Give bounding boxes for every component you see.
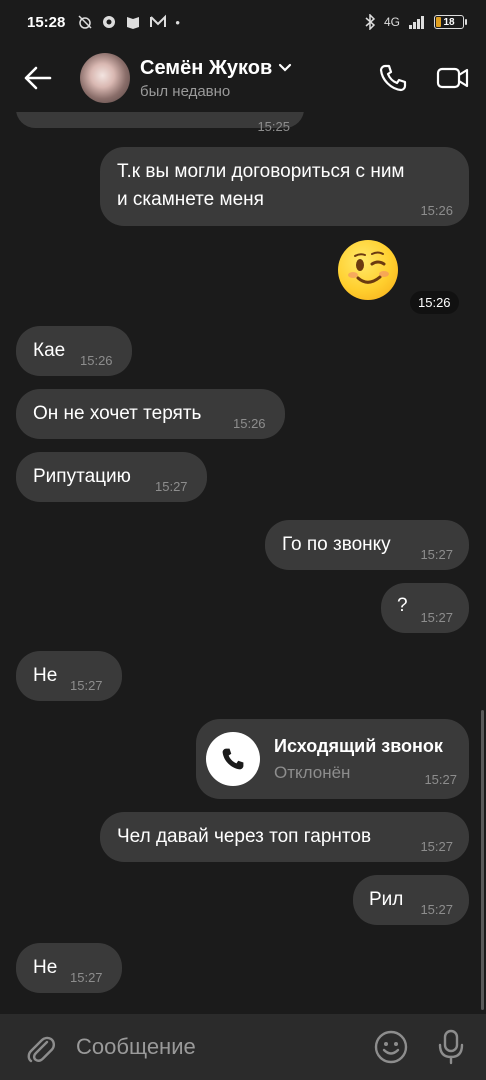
contact-name: Семён Жуков [140, 56, 273, 79]
message-text: ? [397, 595, 408, 616]
message-time: 15:27 [70, 970, 103, 985]
status-time: 15:28 [27, 13, 66, 31]
attach-button[interactable] [20, 1027, 60, 1067]
signal-icon [409, 16, 424, 29]
message-in[interactable]: Он не хочет терять 15:26 [16, 389, 285, 439]
smiley-icon [374, 1030, 408, 1064]
message-time: 15:27 [420, 610, 453, 625]
microphone-icon [438, 1029, 464, 1065]
emoji-button[interactable] [374, 1030, 408, 1064]
video-camera-icon [436, 67, 469, 89]
arrow-left-icon [24, 66, 52, 90]
call-icon-circle [206, 732, 260, 786]
message-text: Рипутацию [33, 466, 131, 487]
mail-icon [150, 14, 167, 27]
message-text-line: и скамнете меня [117, 189, 264, 210]
contact-info[interactable]: Семён Жуков был недавно [140, 57, 292, 100]
phone-icon [379, 64, 407, 92]
message-in[interactable]: Не 15:27 [16, 943, 122, 993]
video-call-button[interactable] [436, 61, 470, 95]
emoji-time: 15:26 [410, 291, 459, 314]
message-out[interactable]: Чел давай через топ гарнтов 15:27 [100, 812, 469, 862]
message-in-partial[interactable]: 15:25 [16, 112, 304, 134]
message-out[interactable]: ? 15:27 [381, 583, 469, 633]
status-system-icons: 4G 18 [364, 14, 467, 30]
message-text: Кае [33, 340, 66, 361]
message-composer [0, 1014, 486, 1080]
message-list[interactable]: 15:25 Т.к вы могли договориться с ним и … [0, 112, 486, 1014]
bluetooth-icon [365, 14, 376, 30]
message-text: Он не хочет терять [33, 403, 202, 424]
message-time: 15:27 [420, 902, 453, 917]
call-status: Отклонён [274, 763, 351, 782]
message-text: Го по звонку [282, 534, 391, 555]
hotspot-icon [103, 16, 116, 28]
message-time: 15:25 [257, 119, 290, 134]
message-input[interactable] [76, 1034, 364, 1060]
message-text-line: Т.к вы могли договориться с ним [117, 161, 405, 182]
voice-message-button[interactable] [434, 1029, 468, 1065]
phone-icon [222, 748, 244, 770]
chat-header: Семён Жуков был недавно [0, 44, 486, 112]
message-time: 15:26 [233, 416, 266, 431]
scrollbar[interactable] [481, 710, 484, 1010]
message-in[interactable]: Кае 15:26 [16, 326, 132, 376]
message-in[interactable]: Рипутацию 15:27 [16, 452, 207, 502]
message-time: 15:27 [70, 678, 103, 693]
call-message[interactable]: Исходящий звонок Отклонён 15:27 [196, 719, 469, 799]
wink-emoji[interactable] [338, 240, 398, 300]
network-type: 4G [383, 15, 400, 29]
battery-icon: 18 [434, 15, 467, 29]
dot-icon: • [175, 14, 180, 30]
call-title: Исходящий звонок [274, 736, 443, 756]
message-time: 15:26 [420, 203, 453, 218]
message-out[interactable]: Го по звонку 15:27 [265, 520, 469, 570]
message-out[interactable]: Рил 15:27 [353, 875, 469, 925]
battery-text: 18 [443, 16, 455, 28]
message-time: 15:27 [420, 839, 453, 854]
message-time: 15:27 [420, 547, 453, 562]
status-bar: 15:28 • 4G 18 [0, 0, 486, 44]
message-time: 15:27 [424, 772, 457, 787]
chevron-down-icon [279, 63, 292, 72]
message-text: Не [33, 665, 58, 686]
message-time: 15:27 [155, 479, 188, 494]
back-button[interactable] [18, 58, 58, 98]
book-icon [127, 17, 140, 29]
alarm-off-icon [78, 15, 92, 29]
message-out[interactable]: Т.к вы могли договориться с ним и скамне… [100, 147, 469, 226]
contact-status: был недавно [140, 82, 231, 100]
status-notification-icons: • [77, 14, 180, 30]
message-text: Рил [369, 889, 404, 910]
wink-face-icon [348, 251, 389, 284]
voice-call-button[interactable] [376, 61, 410, 95]
message-text: Чел давай через топ гарнтов [117, 826, 372, 847]
message-text: Не [33, 957, 58, 978]
message-in[interactable]: Не 15:27 [16, 651, 122, 701]
avatar[interactable] [80, 53, 130, 103]
paperclip-icon [27, 1036, 55, 1063]
message-time: 15:26 [80, 353, 113, 368]
